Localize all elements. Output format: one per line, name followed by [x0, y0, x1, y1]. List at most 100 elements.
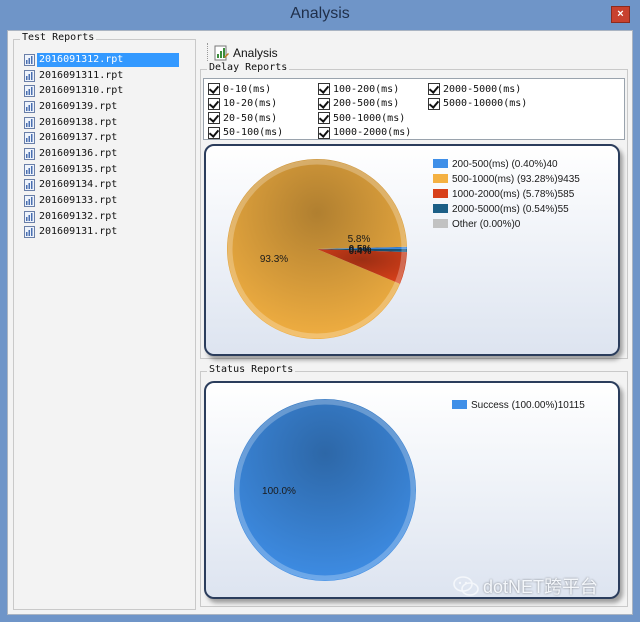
- report-file-name: 201609135.rpt: [39, 163, 118, 175]
- checkbox-check-icon[interactable]: [318, 126, 330, 139]
- delay-range-label: 200-500(ms): [333, 98, 400, 109]
- delay-range-checkbox[interactable]: 200-500(ms): [318, 97, 400, 110]
- report-file-name: 201609136.rpt: [39, 147, 118, 159]
- report-file-item[interactable]: 201609133.rpt: [24, 193, 204, 209]
- report-file-name: 201609139.rpt: [39, 100, 118, 112]
- report-file-icon: [24, 163, 35, 176]
- chart-document-icon: [214, 45, 229, 61]
- legend-entry: 500-1000(ms) (93.28%)9435: [452, 174, 580, 185]
- report-file-item[interactable]: 201609139.rpt: [24, 99, 204, 115]
- legend-swatch: [433, 219, 448, 228]
- analysis-button[interactable]: Analysis: [214, 43, 278, 63]
- report-file-item[interactable]: 201609135.rpt: [24, 162, 204, 178]
- checkbox-check-icon[interactable]: [208, 112, 220, 124]
- status-chart-card: 100.0% Success (100.00%)10115: [204, 381, 620, 599]
- report-file-name: 201609133.rpt: [39, 195, 118, 207]
- delay-range-label: 2000-5000(ms): [443, 83, 522, 95]
- pie-data-label: 100.0%: [262, 486, 296, 497]
- checkbox-check-icon[interactable]: [428, 97, 440, 110]
- pie-data-label: 0.4%: [349, 246, 372, 257]
- client-area: Test Reports 2016091312.rpt 2016091311.rp…: [7, 30, 633, 615]
- report-file-icon: [24, 179, 35, 192]
- checkbox-check-icon[interactable]: [318, 83, 330, 95]
- delay-range-checkbox[interactable]: 5000-10000(ms): [428, 97, 528, 110]
- delay-range-checkbox[interactable]: 10-20(ms): [208, 97, 278, 110]
- delay-range-checkbox[interactable]: 2000-5000(ms): [428, 83, 521, 95]
- checkbox-check-icon[interactable]: [428, 83, 440, 95]
- report-file-name: 2016091310.rpt: [39, 85, 124, 97]
- window-title: Analysis: [290, 5, 350, 22]
- checkbox-check-icon[interactable]: [208, 126, 220, 139]
- report-file-name: 201609131.rpt: [39, 226, 118, 238]
- checkbox-check-icon[interactable]: [208, 97, 220, 110]
- analysis-button-label: Analysis: [233, 46, 278, 60]
- test-reports-group: Test Reports 2016091312.rpt 2016091311.rp…: [13, 32, 196, 610]
- delay-range-label: 20-50(ms): [223, 112, 278, 124]
- report-file-name: 2016091311.rpt: [39, 69, 124, 81]
- legend-swatch: [433, 174, 448, 183]
- report-file-item[interactable]: 2016091310.rpt: [24, 83, 204, 99]
- report-file-item[interactable]: 201609136.rpt: [24, 146, 204, 162]
- report-file-name: 201609132.rpt: [39, 210, 118, 222]
- delay-range-label: 0-10(ms): [223, 83, 272, 95]
- delay-pie-chart: 93.3%5.8%0.5%0.4%200-500(ms) (0.40%)4050…: [227, 159, 580, 340]
- close-button[interactable]: ×: [611, 6, 630, 23]
- report-file-item[interactable]: 201609131.rpt: [24, 225, 204, 241]
- delay-range-checkbox[interactable]: 500-1000(ms): [318, 112, 405, 124]
- wechat-icon: [453, 576, 479, 596]
- legend-swatch: [433, 204, 448, 213]
- report-file-name: 2016091312.rpt: [37, 52, 179, 67]
- legend-swatch: [433, 189, 448, 198]
- pie-data-label: 93.3%: [260, 254, 288, 265]
- delay-range-label: 50-100(ms): [223, 127, 284, 138]
- analysis-window: Analysis × Test Reports 2016091312.rpt 20…: [0, 0, 640, 622]
- title-bar[interactable]: Analysis ×: [0, 0, 640, 30]
- watermark-text: dotNET跨平台: [483, 577, 599, 597]
- report-file-item[interactable]: 2016091311.rpt: [24, 68, 204, 84]
- delay-range-label: 10-20(ms): [223, 98, 278, 109]
- delay-chart-card: 93.3% 5.8% 0.5% 0.4% 200-500(ms) (0.40%)40 50…: [204, 144, 620, 356]
- status-pie-chart: 100.0% Success (100.00%)10115: [234, 399, 585, 581]
- checkbox-check-icon[interactable]: [208, 83, 220, 95]
- delay-range-label: 100-200(ms): [333, 83, 400, 95]
- delay-range-checkbox[interactable]: 50-100(ms): [208, 126, 284, 139]
- legend-entry: 1000-2000(ms) (5.78%)585: [452, 189, 575, 200]
- report-file-icon: [24, 85, 35, 98]
- delay-reports-title: Delay Reports: [207, 62, 290, 73]
- report-file-icon: [24, 69, 35, 82]
- report-file-icon: [24, 53, 35, 66]
- report-file-icon: [24, 195, 35, 208]
- report-file-icon: [24, 147, 35, 160]
- legend-entry: 200-500(ms) (0.40%)40: [452, 159, 558, 170]
- status-reports-title: Status Reports: [207, 364, 296, 375]
- report-file-name: 201609134.rpt: [39, 179, 118, 191]
- legend-entry: 2000-5000(ms) (0.54%)55: [452, 204, 569, 215]
- legend-swatch: [433, 159, 448, 168]
- delay-range-label: 1000-2000(ms): [333, 127, 412, 138]
- report-file-icon: [24, 210, 35, 223]
- report-file-item[interactable]: 201609132.rpt: [24, 209, 204, 225]
- report-file-item[interactable]: 2016091312.rpt: [24, 52, 204, 68]
- report-file-icon: [24, 100, 35, 113]
- checkbox-check-icon[interactable]: [318, 112, 330, 124]
- report-file-icon: [24, 132, 35, 145]
- delay-range-label: 5000-10000(ms): [443, 98, 528, 109]
- legend-entry: Success (100.00%)10115: [471, 400, 585, 411]
- report-file-icon: [24, 116, 35, 129]
- report-file-item[interactable]: 201609137.rpt: [24, 130, 204, 146]
- checkbox-check-icon[interactable]: [318, 97, 330, 110]
- report-file-item[interactable]: 201609134.rpt: [24, 178, 204, 194]
- delay-range-checkbox[interactable]: 100-200(ms): [318, 83, 399, 95]
- report-file-name: 201609137.rpt: [39, 132, 118, 144]
- delay-filter-panel: 0-10(ms) 10-20(ms) 20-50(ms) 50-100(ms) 100-…: [203, 78, 625, 140]
- report-file-item[interactable]: 201609138.rpt: [24, 115, 204, 131]
- delay-range-checkbox[interactable]: 0-10(ms): [208, 83, 271, 95]
- report-file-list[interactable]: 2016091312.rpt 2016091311.rpt 2016091310.r…: [24, 52, 204, 240]
- legend-entry: Other (0.00%)0: [452, 219, 521, 230]
- legend-swatch: [452, 400, 467, 409]
- delay-range-checkbox[interactable]: 20-50(ms): [208, 112, 277, 124]
- test-reports-title: Test Reports: [20, 32, 97, 43]
- report-file-icon: [24, 226, 35, 239]
- report-file-name: 201609138.rpt: [39, 116, 118, 128]
- delay-range-checkbox[interactable]: 1000-2000(ms): [318, 126, 412, 139]
